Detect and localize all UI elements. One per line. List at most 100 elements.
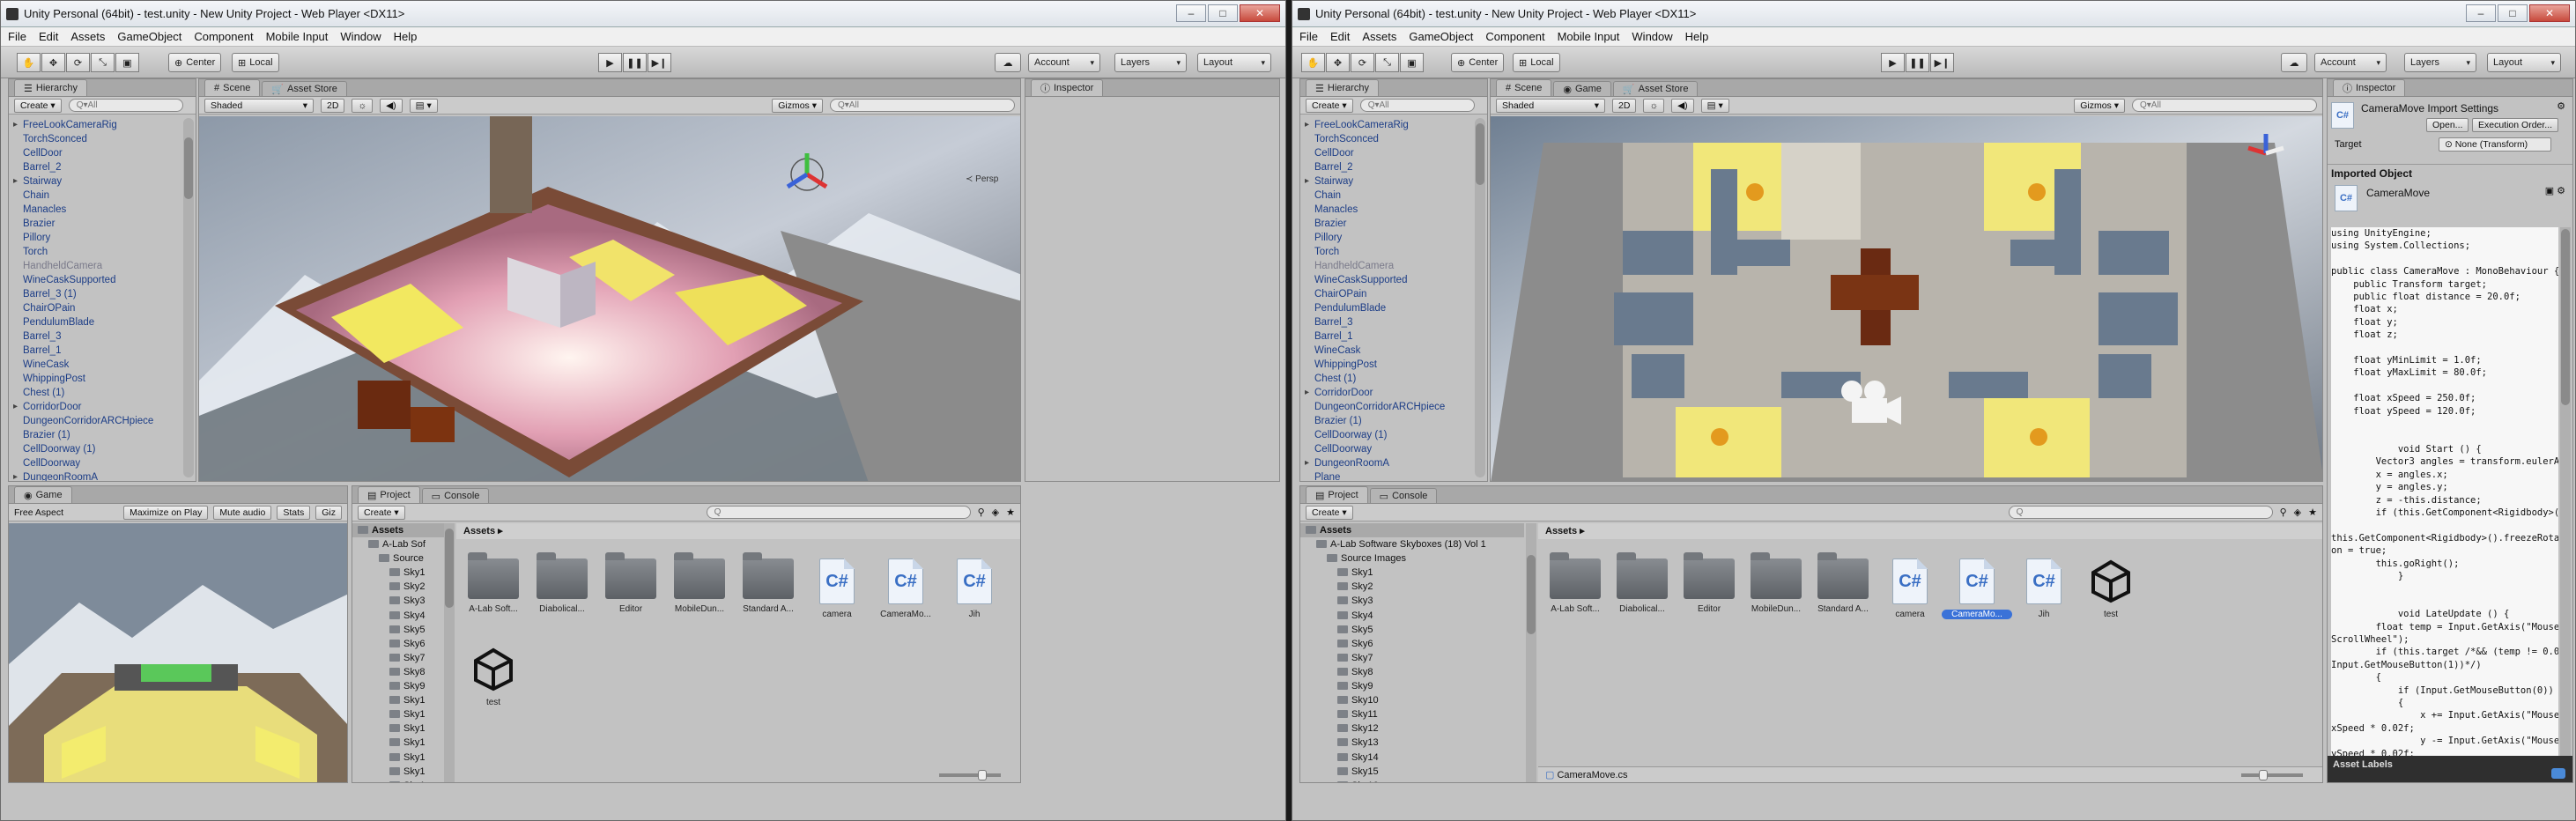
asset-item[interactable]: C# Jih	[939, 558, 1010, 619]
pivot-center-toggle[interactable]: ⊕ Center	[168, 53, 222, 72]
tab-project[interactable]: ▤ Project	[1306, 486, 1368, 503]
favorite-icon[interactable]: ★	[1006, 507, 1015, 518]
menu-component[interactable]: Component	[194, 30, 253, 43]
menu-mobile-input[interactable]: Mobile Input	[266, 30, 329, 43]
layout-dropdown[interactable]: Layout	[1197, 53, 1271, 72]
project-tree-item[interactable]: Sky8	[1300, 665, 1524, 679]
tab-project[interactable]: ▤ Project	[358, 486, 420, 503]
hierarchy-item[interactable]: ChairOPain	[1300, 287, 1471, 301]
maximize-on-play-toggle[interactable]: Maximize on Play	[123, 505, 209, 520]
asset-item[interactable]: A-Lab Soft...	[1540, 552, 1610, 614]
hierarchy-item[interactable]: WineCaskSupported	[1300, 273, 1471, 287]
hierarchy-item[interactable]: Chain	[9, 189, 180, 203]
assets-breadcrumb[interactable]: Assets ▸	[1538, 523, 2322, 539]
project-tree-item[interactable]: Assets	[352, 523, 444, 538]
asset-item[interactable]: A-Lab Soft...	[458, 552, 529, 614]
layers-dropdown[interactable]: Layers	[2404, 53, 2476, 72]
icon-size-slider[interactable]	[939, 770, 1001, 780]
asset-item[interactable]: C# Jih	[2009, 558, 2079, 619]
scene-viewport[interactable]	[1491, 116, 2322, 481]
assets-breadcrumb[interactable]: Assets ▸	[456, 523, 1020, 539]
project-tree-item[interactable]: A-Lab Software Skyboxes (18) Vol 1	[1300, 537, 1524, 551]
hierarchy-item[interactable]: Chain	[1300, 189, 1471, 203]
project-tree-item[interactable]: Sky1	[352, 693, 444, 707]
hierarchy-item[interactable]: Brazier	[1300, 217, 1471, 231]
menu-help[interactable]: Help	[1685, 30, 1709, 43]
hierarchy-item[interactable]: WhippingPost	[9, 372, 180, 386]
project-create-dropdown[interactable]: Create ▾	[358, 505, 405, 520]
light-toggle-icon[interactable]: ☼	[1643, 98, 1665, 113]
menu-component[interactable]: Component	[1485, 30, 1544, 43]
project-tree-scrollbar[interactable]	[444, 523, 455, 782]
menu-edit[interactable]: Edit	[1330, 30, 1350, 43]
hierarchy-scrollbar[interactable]	[183, 118, 194, 477]
tab-asset-store[interactable]: 🛒 Asset Store	[1612, 81, 1699, 96]
light-toggle-icon[interactable]: ☼	[352, 98, 374, 113]
project-tree-item[interactable]: Sky5	[352, 623, 444, 637]
project-tree-item[interactable]: Sky3	[352, 594, 444, 608]
tab-hierarchy[interactable]: ☰ Hierarchy	[1306, 79, 1379, 96]
asset-item[interactable]: Diabolical...	[527, 552, 597, 614]
label-tag-icon[interactable]	[2551, 768, 2565, 779]
project-search[interactable]: Q	[706, 506, 971, 519]
hierarchy-item[interactable]: Chest (1)	[1300, 372, 1471, 386]
project-tree-item[interactable]: Sky9	[1300, 679, 1524, 693]
scale-tool-icon[interactable]: ⤡	[1375, 53, 1399, 72]
audio-toggle-icon[interactable]: ◀)	[380, 98, 403, 113]
tab-asset-store[interactable]: 🛒 Asset Store	[262, 81, 347, 96]
project-tree-item[interactable]: Sky9	[352, 679, 444, 693]
step-button[interactable]: ▶❙	[648, 53, 671, 72]
open-button[interactable]: Open...	[2426, 118, 2469, 132]
rect-tool-icon[interactable]: ▣	[1400, 53, 1424, 72]
scene-search[interactable]: Q▾All	[2132, 99, 2317, 112]
asset-item[interactable]: Diabolical...	[1607, 552, 1677, 614]
asset-item[interactable]: MobileDun...	[1741, 552, 1811, 614]
tab-inspector[interactable]: ⓘ Inspector	[1031, 79, 1104, 96]
menu-edit[interactable]: Edit	[39, 30, 58, 43]
project-tree-item[interactable]: Sky12	[1300, 721, 1524, 736]
tab-hierarchy[interactable]: ☰ Hierarchy	[14, 79, 87, 96]
gizmos-dropdown[interactable]: Gizmos ▾	[2074, 98, 2125, 113]
effects-toggle-icon[interactable]: ▤ ▾	[1700, 98, 1729, 113]
create-dropdown[interactable]: Create ▾	[1306, 98, 1353, 113]
hierarchy-item[interactable]: Torch	[9, 245, 180, 259]
asset-item[interactable]: test	[2076, 558, 2146, 619]
project-tree-item[interactable]: Source	[352, 551, 444, 566]
project-tree-item[interactable]: Source Images	[1300, 551, 1524, 566]
project-tree-item[interactable]: Sky1	[352, 721, 444, 736]
project-create-dropdown[interactable]: Create ▾	[1306, 505, 1353, 520]
project-tree-item[interactable]: Sky3	[1300, 594, 1524, 608]
hierarchy-item[interactable]: CorridorDoor	[9, 400, 180, 414]
maximize-button[interactable]: □	[1208, 4, 1238, 22]
asset-item[interactable]: C# CameraMo...	[1942, 558, 2012, 619]
asset-item[interactable]: C# camera	[1875, 558, 1945, 619]
target-field[interactable]: ⊙ None (Transform)	[2439, 137, 2551, 152]
menu-mobile-input[interactable]: Mobile Input	[1558, 30, 1620, 43]
hierarchy-item[interactable]: PendulumBlade	[1300, 301, 1471, 315]
hierarchy-item[interactable]: WineCask	[1300, 344, 1471, 358]
cloud-icon[interactable]: ☁	[995, 53, 1021, 72]
account-dropdown[interactable]: Account	[1028, 53, 1100, 72]
project-tree-item[interactable]: Sky1	[352, 765, 444, 779]
project-tree-item[interactable]: Sky1	[352, 751, 444, 765]
tab-console[interactable]: ▭ Console	[421, 488, 490, 503]
tab-game[interactable]: ◉ Game	[1553, 81, 1611, 96]
hierarchy-item[interactable]: Brazier	[9, 217, 180, 231]
project-tree-item[interactable]: Sky2	[352, 580, 444, 594]
hierarchy-item[interactable]: FreeLookCameraRig	[1300, 118, 1471, 132]
project-tree-item[interactable]: Sky5	[1300, 623, 1524, 637]
project-tree-item[interactable]: Sky1	[352, 566, 444, 580]
project-tree-item[interactable]: Sky1	[1300, 566, 1524, 580]
project-search[interactable]: Q	[2008, 506, 2273, 519]
hierarchy-item[interactable]: Brazier (1)	[9, 428, 180, 442]
hierarchy-item[interactable]: FreeLookCameraRig	[9, 118, 180, 132]
project-tree-item[interactable]: Sky8	[352, 665, 444, 679]
create-dropdown[interactable]: Create ▾	[14, 98, 62, 113]
label-filter-icon[interactable]: ◈	[2294, 507, 2301, 518]
2d-toggle[interactable]: 2D	[1612, 98, 1637, 113]
filter-icon[interactable]: ⚲	[2280, 507, 2287, 518]
hierarchy-item[interactable]: DungeonCorridorARCHpiece	[1300, 400, 1471, 414]
hierarchy-item[interactable]: HandheldCamera	[9, 259, 180, 273]
rotate-tool-icon[interactable]: ⟳	[66, 53, 90, 72]
hierarchy-item[interactable]: DungeonCorridorARCHpiece	[9, 414, 180, 428]
